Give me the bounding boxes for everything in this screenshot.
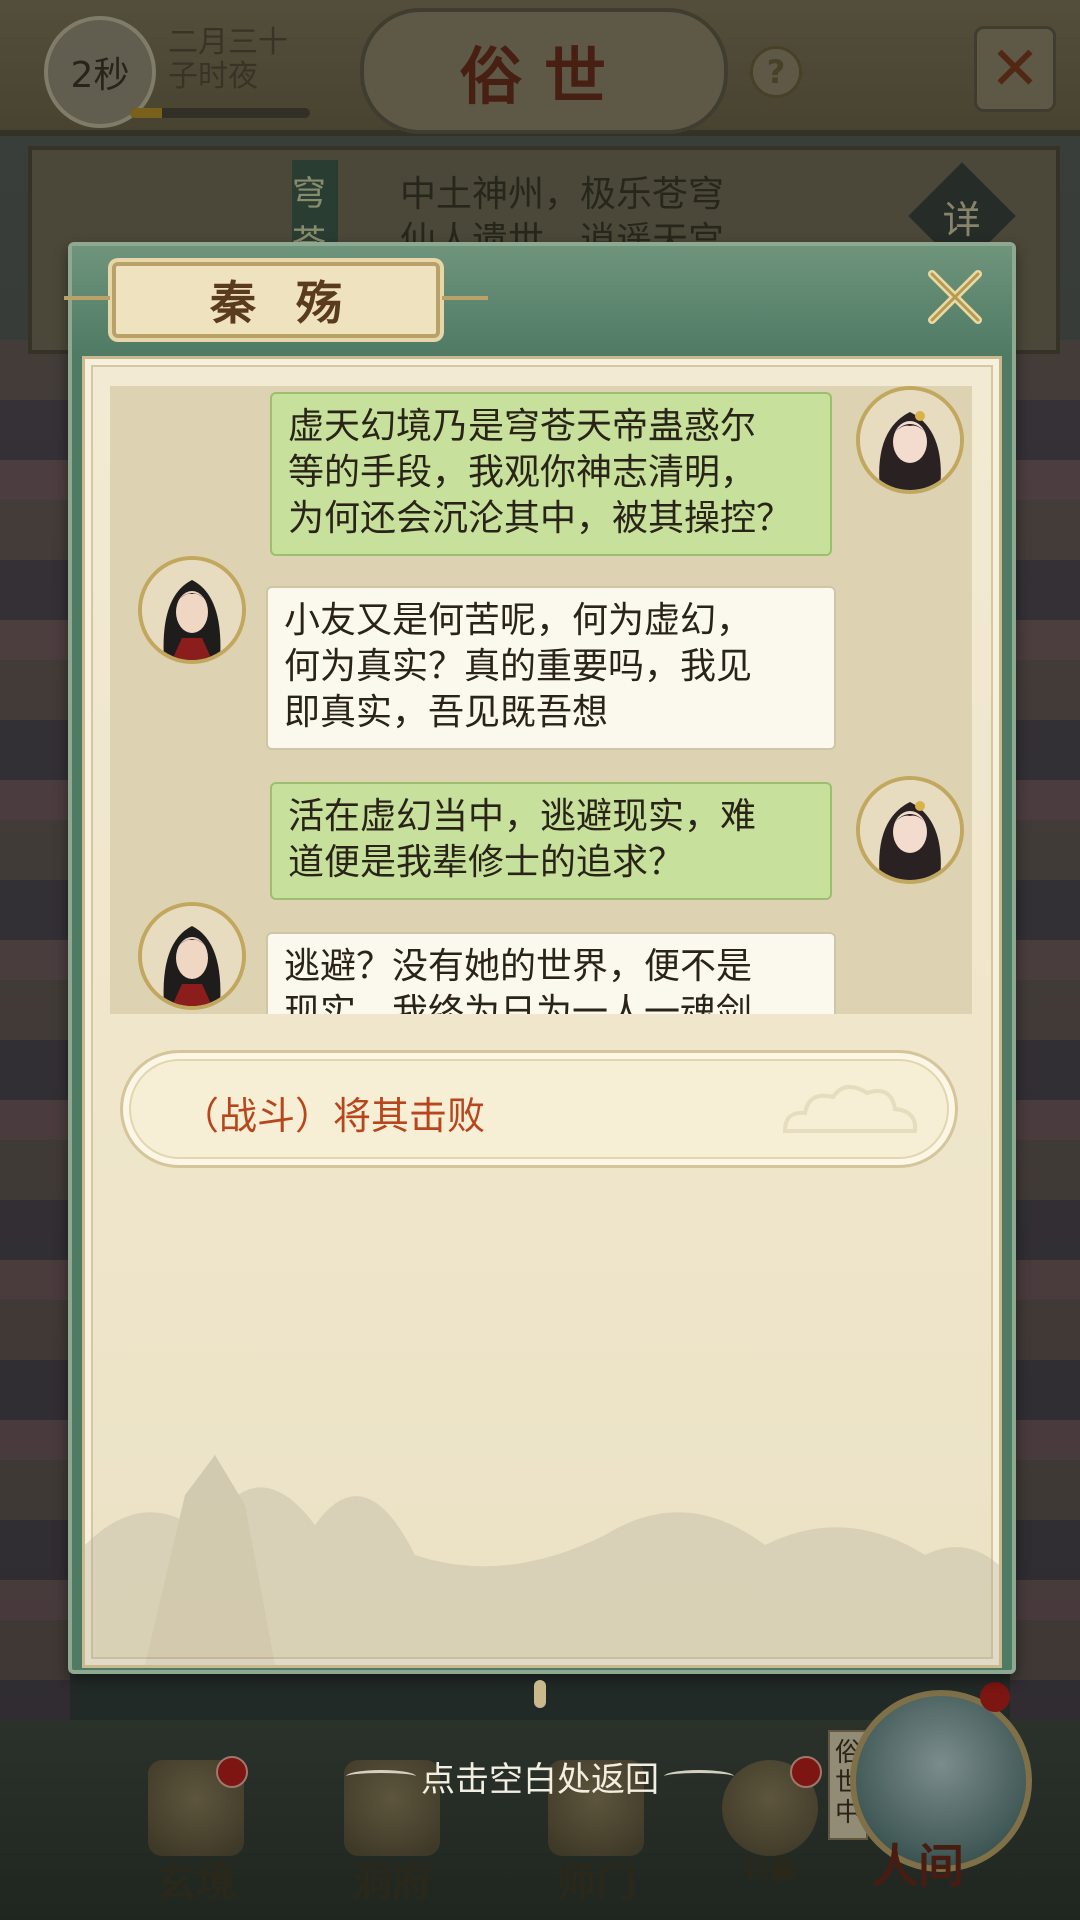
message-line: 即真实，吾见既吾想 — [284, 692, 609, 733]
avatar-qin-shang — [138, 902, 246, 1010]
dialogue-choice-button[interactable]: （战斗）将其击败 — [120, 1050, 958, 1168]
message-line: 等的手段，我观你神志清明， — [288, 452, 757, 493]
message-bubble: 小友又是何苦呢，何为虚幻， 何为真实？真的重要吗，我见 即真实，吾见既吾想 — [266, 586, 836, 750]
message-bubble: 虚天幻境乃是穹苍天帝蛊惑尔 等的手段，我观你神志清明， 为何还会沉沦其中，被其操… — [270, 392, 832, 556]
female-portrait-icon — [860, 780, 960, 880]
message-line: 活在虚幻当中，逃避现实，难 — [288, 796, 757, 837]
mountain-painting — [85, 1455, 999, 1665]
message-line: 何为真实？真的重要吗，我见 — [284, 646, 753, 687]
message-line: 现实，我终为日为一人一魂剑 — [284, 992, 753, 1014]
close-icon[interactable] — [920, 262, 990, 332]
message-bubble: 逃避？没有她的世界，便不是 现实，我终为日为一人一魂剑 — [266, 932, 836, 1014]
cloud-ornament-icon — [782, 1085, 918, 1133]
female-portrait-icon — [860, 390, 960, 490]
avatar-heroine — [856, 776, 964, 884]
dialogue-log[interactable]: 虚天幻境乃是穹苍天帝蛊惑尔 等的手段，我观你神志清明， 为何还会沉沦其中，被其操… — [110, 386, 972, 1014]
message-line: 为何还会沉沦其中，被其操控？ — [288, 498, 793, 539]
avatar-qin-shang — [138, 556, 246, 664]
speaker-name-plaque: 秦殇 — [64, 262, 488, 338]
speaker-name: 秦殇 — [210, 276, 382, 330]
male-portrait-icon — [142, 906, 242, 1006]
male-portrait-icon — [142, 560, 242, 660]
message-line: 逃避？没有她的世界，便不是 — [284, 946, 753, 987]
message-line: 小友又是何苦呢，何为虚幻， — [284, 600, 753, 641]
message-bubble: 活在虚幻当中，逃避现实，难 道便是我辈修士的追求？ — [270, 782, 832, 900]
tap-to-return-hint: 点击空白处返回 — [421, 1760, 659, 1800]
message-line: 虚天幻境乃是穹苍天帝蛊惑尔 — [288, 406, 757, 447]
choice-label: （战斗）将其击败 — [181, 1094, 486, 1138]
dialog-pin — [534, 1680, 546, 1708]
message-line: 道便是我辈修士的追求？ — [288, 842, 685, 883]
avatar-heroine — [856, 386, 964, 494]
